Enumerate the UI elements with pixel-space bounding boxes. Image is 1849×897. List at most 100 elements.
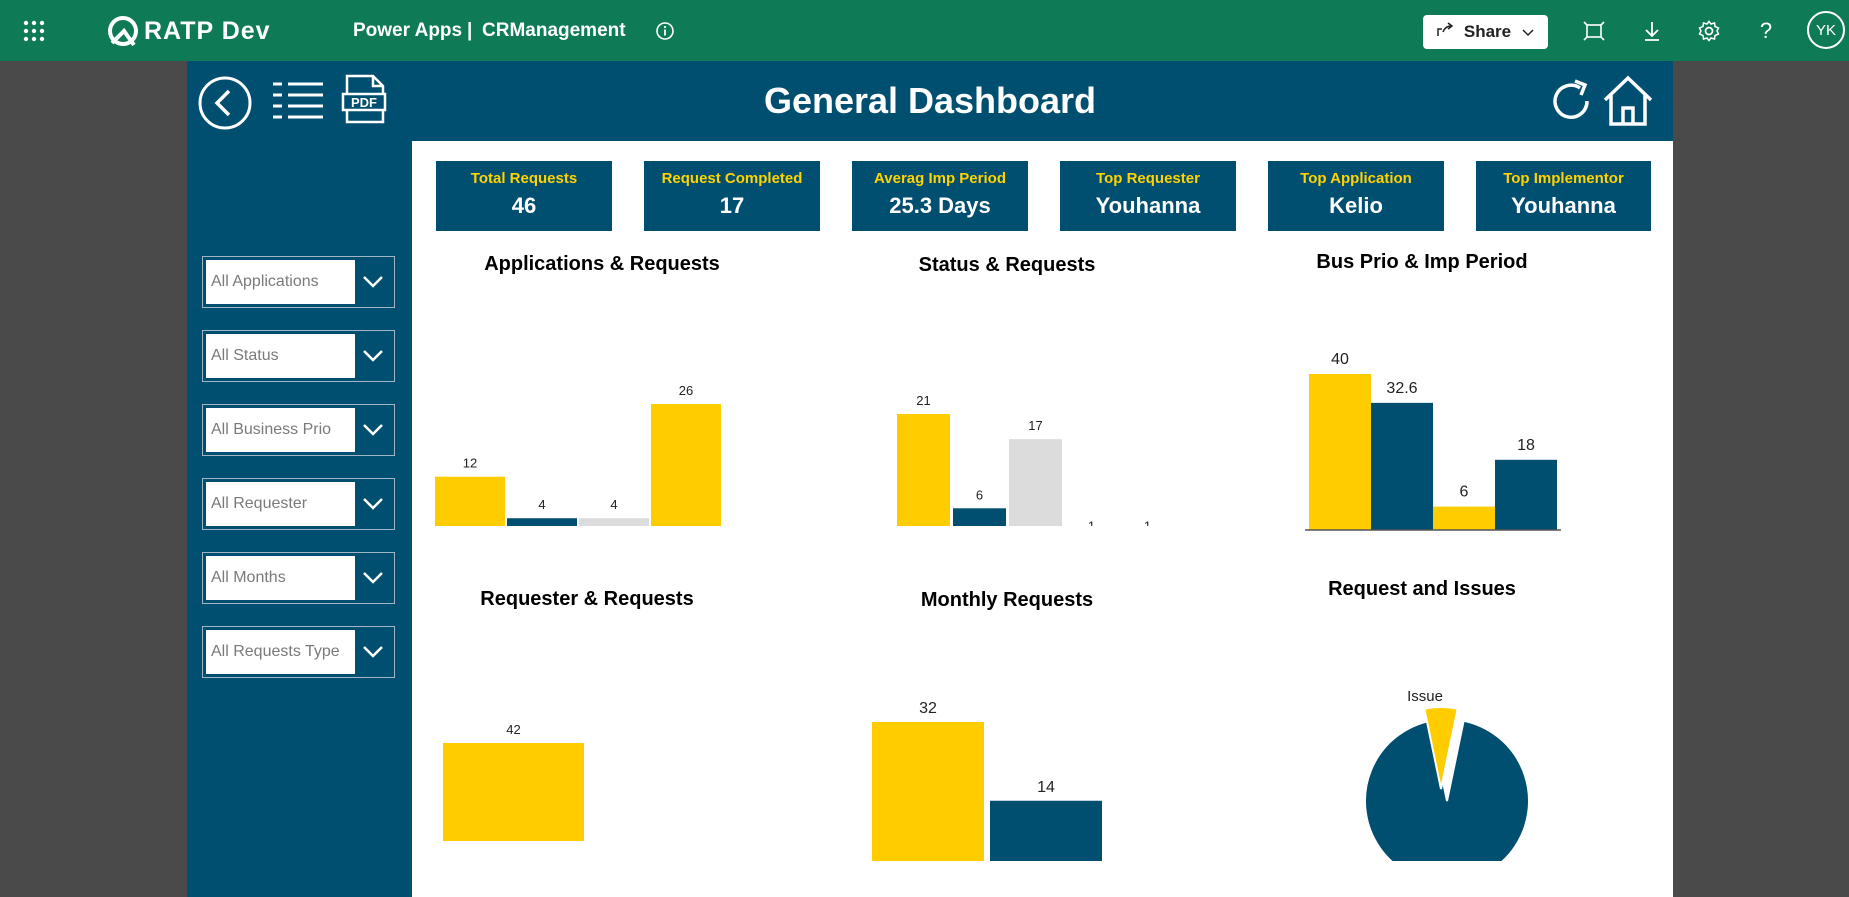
bar-value-label: 14 [1037, 779, 1055, 796]
chevron-down-icon[interactable] [355, 630, 391, 674]
bar-value-label: 21 [916, 393, 930, 408]
chevron-down-icon[interactable] [355, 260, 391, 304]
info-icon[interactable] [654, 20, 676, 42]
app-launcher-icon[interactable] [18, 17, 50, 45]
bar-2 [579, 518, 649, 526]
back-arrow-icon[interactable] [198, 76, 252, 130]
kpi-top-implementor: Top Implementor Youhanna [1476, 161, 1651, 231]
status-bar-chart: 21Under R...6Rejecte...17Complet...1Post… [897, 393, 1151, 526]
requester-bar-chart: 42KHALIL ...4ZARIF B... [443, 722, 584, 841]
filter-applications-value: All Applications [211, 273, 319, 290]
kpi-label: Total Requests [470, 170, 578, 187]
bar-value-label: 17 [1028, 418, 1042, 433]
chart-title-issues: Request and Issues [1328, 578, 1516, 600]
help-icon[interactable]: ? [1755, 18, 1777, 43]
title-separator: | [467, 20, 473, 41]
kpi-label: Top Application [1300, 170, 1412, 187]
kpi-value: Youhanna [1511, 193, 1616, 218]
kpi-value: 17 [719, 193, 745, 218]
kpi-value: Kelio [1329, 193, 1383, 218]
bar-value-label: 1 [1088, 519, 1095, 526]
category-label: High [1475, 540, 1502, 541]
app-canvas: General Dashboard PDF All Applications A… [187, 61, 1673, 897]
bar-value-label: 6 [976, 487, 983, 502]
bar-value-label: 32 [919, 700, 937, 717]
bar-0 [443, 743, 584, 841]
kpi-avg-imp-period: Averag Imp Period 25.3 Days [852, 161, 1028, 231]
bar-value-label: 42 [506, 722, 520, 737]
bar-0-0 [1309, 374, 1371, 530]
category-label: Medium [1341, 540, 1387, 541]
bar-0 [897, 414, 950, 526]
svg-text:PDF: PDF [351, 95, 377, 110]
kpi-label: Top Implementor [1503, 170, 1624, 187]
bar-1-1 [1495, 459, 1557, 530]
home-icon[interactable] [1602, 75, 1654, 127]
power-apps-label: Power Apps [353, 20, 463, 41]
kpi-label: Request Completed [661, 170, 803, 187]
bar-value-label: 32.6 [1386, 380, 1417, 397]
filter-business-prio-value: All Business Prio [211, 421, 332, 438]
busprio-bar-chart: 4032.6Medium618HighNumber of RequestAver… [1305, 351, 1561, 541]
app-window: RATP Dev Power Apps | CRManagement Share [0, 0, 1849, 897]
kpi-value: 46 [511, 193, 537, 218]
bar-1 [990, 800, 1102, 861]
user-avatar[interactable]: YK [1807, 11, 1845, 49]
bar-value-label: 12 [463, 456, 477, 471]
chevron-down-icon [1521, 22, 1535, 42]
issues-pie-chart: IssueRequest [1364, 688, 1530, 861]
pie-label-issue: Issue [1407, 688, 1443, 705]
kpi-value: 25.3 Days [889, 193, 991, 218]
bar-3 [651, 404, 721, 526]
filter-status-dropdown[interactable]: All Status [202, 330, 395, 382]
fit-to-window-icon[interactable] [1582, 20, 1606, 42]
download-icon[interactable] [1640, 19, 1664, 43]
top-bar: RATP Dev Power Apps | CRManagement Share [0, 0, 1849, 61]
filter-requester-value: All Requester [211, 495, 308, 512]
refresh-icon[interactable] [1547, 77, 1595, 125]
brand-logo: RATP Dev [104, 11, 284, 51]
kpi-request-completed: Request Completed 17 [644, 161, 820, 231]
list-menu-icon[interactable] [272, 81, 324, 121]
kpi-top-application: Top Application Kelio [1268, 161, 1444, 231]
filter-months-dropdown[interactable]: All Months [202, 552, 395, 604]
bar-value-label: 4 [538, 497, 545, 512]
bar-1 [953, 508, 1006, 526]
filter-status-value: All Status [211, 347, 279, 364]
chart-title-applications: Applications & Requests [484, 253, 720, 275]
bar-0 [872, 722, 984, 861]
chevron-down-icon[interactable] [355, 482, 391, 526]
kpi-label: Top Requester [1096, 170, 1200, 187]
bar-value-label: 6 [1460, 484, 1469, 501]
share-label: Share [1463, 22, 1512, 41]
kpi-value: Youhanna [1095, 193, 1201, 218]
filter-business-prio-dropdown[interactable]: All Business Prio [202, 404, 395, 456]
bar-2 [1009, 439, 1062, 526]
bar-0-1 [1371, 402, 1433, 530]
bar-value-label: 40 [1331, 351, 1349, 368]
chart-title-busprio: Bus Prio & Imp Period [1316, 251, 1528, 273]
bar-1-0 [1433, 506, 1495, 530]
page-title: General Dashboard [763, 80, 1097, 121]
filter-requests-type-dropdown[interactable]: All Requests Type [202, 626, 395, 678]
bar-value-label: 1 [1144, 519, 1151, 526]
bar-value-label: 18 [1517, 437, 1535, 454]
chevron-down-icon[interactable] [355, 556, 391, 600]
filter-requests-type-value: All Requests Type [211, 643, 340, 660]
share-icon [1436, 21, 1454, 43]
brand-text: RATP Dev [144, 17, 271, 45]
kpi-label: Averag Imp Period [874, 170, 1006, 187]
kpi-top-requester: Top Requester Youhanna [1060, 161, 1236, 231]
pdf-export-icon[interactable]: PDF [341, 74, 387, 124]
applications-bar-chart: 12Human P...4Maximo4MS Dyna...26Kelio [435, 383, 721, 526]
share-button[interactable]: Share [1423, 15, 1548, 49]
bar-value-label: 4 [610, 497, 617, 512]
chevron-down-icon[interactable] [355, 408, 391, 452]
filter-applications-dropdown[interactable]: All Applications [202, 256, 395, 308]
chart-title-requester: Requester & Requests [480, 588, 694, 610]
chart-title-status: Status & Requests [918, 254, 1096, 276]
chevron-down-icon[interactable] [355, 334, 391, 378]
settings-gear-icon[interactable] [1697, 19, 1721, 43]
bar-value-label: 26 [679, 383, 693, 398]
filter-requester-dropdown[interactable]: All Requester [202, 478, 395, 530]
